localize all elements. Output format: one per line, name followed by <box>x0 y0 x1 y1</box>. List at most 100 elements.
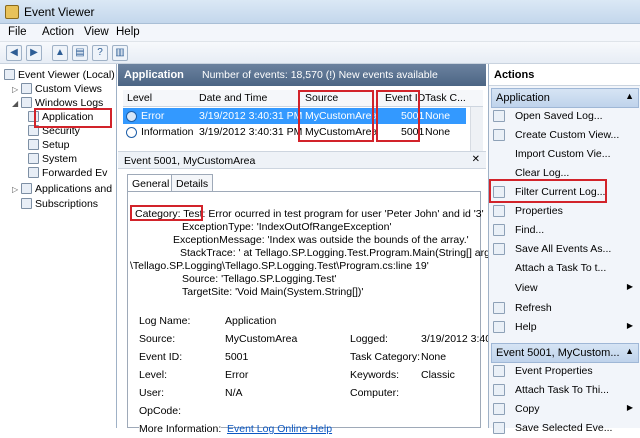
action-view[interactable]: View ▶ <box>489 279 640 298</box>
menu-file[interactable]: File <box>8 26 27 38</box>
tree-item-subscriptions[interactable]: Subscriptions <box>21 198 98 212</box>
menu-help[interactable]: Help <box>116 26 140 38</box>
collapse-chevron-icon[interactable]: ▲ <box>625 346 634 356</box>
row-task: None <box>425 126 451 138</box>
funnel-add-icon <box>493 129 505 141</box>
row-date: 3/19/2012 3:40:31 PM <box>199 126 303 138</box>
tree-item-custom-views[interactable]: ▷ Custom Views <box>12 83 102 97</box>
action-attach-task-to-log[interactable]: Attach a Task To t... <box>489 259 640 278</box>
folder-icon <box>21 97 32 108</box>
row-date: 3/19/2012 3:40:31 PM <box>199 110 303 122</box>
highlight-box-category <box>130 205 203 221</box>
message-line: TargetSite: 'Void Main(System.String[])' <box>182 286 364 298</box>
collapse-chevron-icon[interactable]: ▲ <box>625 91 634 101</box>
computer-icon <box>4 69 15 80</box>
label-opcode: OpCode: <box>139 405 182 417</box>
collapse-arrow-icon[interactable]: ◢ <box>12 99 21 108</box>
forward-arrow-icon[interactable]: ▶ <box>26 45 42 61</box>
label-source: Source: <box>139 333 176 345</box>
label-task-category: Task Category: <box>350 351 421 363</box>
label-event-id: Event ID: <box>139 351 183 363</box>
highlight-box-application <box>34 108 112 128</box>
log-icon <box>28 153 39 164</box>
tree-root[interactable]: Event Viewer (Local) <box>4 69 115 83</box>
column-level[interactable]: Level <box>127 92 152 104</box>
expand-arrow-icon[interactable]: ▷ <box>12 185 21 194</box>
action-attach-task-to-event[interactable]: Attach Task To Thi... <box>489 381 640 400</box>
actions-title: Actions <box>489 64 640 86</box>
action-copy[interactable]: Copy ▶ <box>489 400 640 419</box>
event-log-online-help-link[interactable]: Event Log Online Help <box>227 423 332 435</box>
center-pane: Application Number of events: 18,570 (!)… <box>118 64 524 435</box>
action-help[interactable]: Help ▶ <box>489 318 640 337</box>
folder-icon <box>21 183 32 194</box>
event-properties-icon <box>493 365 505 377</box>
highlight-box-event-id <box>376 90 420 142</box>
help-icon[interactable]: ? <box>92 45 108 61</box>
column-date[interactable]: Date and Time <box>199 92 267 104</box>
close-icon[interactable]: ✕ <box>472 154 480 165</box>
label-logged: Logged: <box>350 333 388 345</box>
action-properties[interactable]: Properties <box>489 202 640 221</box>
value-task-category: None <box>421 351 447 363</box>
message-line: Source: 'Tellago.SP.Logging.Test' <box>182 273 337 285</box>
save-icon <box>493 243 505 255</box>
title-bar: Event Viewer <box>0 0 640 24</box>
help-icon <box>493 321 505 333</box>
event-viewer-icon <box>5 5 19 19</box>
action-save-all-events[interactable]: Save All Events As... <box>489 240 640 259</box>
navigation-tree: Event Viewer (Local) ▷ Custom Views ◢ Wind… <box>0 64 117 428</box>
tree-item-applications-and-services[interactable]: ▷ Applications and <box>12 183 112 197</box>
toolbar: ◀ ▶ ▲ ▤ ? ▥ <box>0 42 640 64</box>
tab-details[interactable]: Details <box>171 174 214 192</box>
message-line: StackTrace: ' at Tellago.SP.Logging.Test… <box>180 247 499 259</box>
action-import-custom-view[interactable]: Import Custom Vie... <box>489 145 640 164</box>
column-task[interactable]: Task C... <box>425 92 466 104</box>
actions-section-event[interactable]: Event 5001, MyCustom... ▲ <box>491 343 639 363</box>
event-count: Number of events: 18,570 (!) New events … <box>202 69 438 81</box>
value-event-id: 5001 <box>225 351 249 363</box>
action-find[interactable]: Find... <box>489 221 640 240</box>
info-icon <box>126 111 137 122</box>
submenu-arrow-icon: ▶ <box>626 403 633 412</box>
menu-action[interactable]: Action <box>42 26 74 38</box>
action-refresh[interactable]: Refresh <box>489 299 640 318</box>
actions-section-application[interactable]: Application ▲ <box>491 88 639 108</box>
row-task: None <box>425 110 451 122</box>
up-folder-icon[interactable]: ▲ <box>52 45 68 61</box>
refresh-icon <box>493 302 505 314</box>
row-level: Error <box>141 110 165 122</box>
label-keywords: Keywords: <box>350 369 400 381</box>
menu-bar: File Action View Help <box>0 24 640 42</box>
event-detail-header: Event 5001, MyCustomArea ✕ <box>118 151 486 169</box>
event-detail-panel: Category: Test: Error ocurred in test pr… <box>127 191 524 435</box>
folder-icon <box>21 83 32 94</box>
show-hide-actions-icon[interactable]: ▥ <box>112 45 128 61</box>
label-computer: Computer: <box>350 387 400 399</box>
show-hide-tree-icon[interactable]: ▤ <box>72 45 88 61</box>
tree-item-forwarded-events[interactable]: Forwarded Ev <box>28 167 107 181</box>
expand-arrow-icon[interactable]: ▷ <box>12 85 21 94</box>
log-icon <box>28 139 39 150</box>
action-create-custom-view[interactable]: Create Custom View... <box>489 126 640 145</box>
submenu-arrow-icon: ▶ <box>626 282 633 291</box>
properties-icon <box>493 205 505 217</box>
folder-open-icon <box>493 110 505 122</box>
tree-item-system[interactable]: System <box>28 153 77 167</box>
action-save-selected-events[interactable]: Save Selected Eve... <box>489 419 640 438</box>
save-icon <box>493 422 505 434</box>
window-title: Event Viewer <box>24 5 95 19</box>
back-arrow-icon[interactable]: ◀ <box>6 45 22 61</box>
subscriptions-icon <box>21 198 32 209</box>
detail-tabs: General Details <box>127 174 327 193</box>
message-line: ExceptionMessage: 'Index was outside the… <box>173 234 469 246</box>
events-scrollbar[interactable] <box>470 107 483 153</box>
task-icon <box>493 384 505 396</box>
value-source: MyCustomArea <box>225 333 298 345</box>
tree-item-setup[interactable]: Setup <box>28 139 69 153</box>
action-event-properties[interactable]: Event Properties <box>489 362 640 381</box>
action-open-saved-log[interactable]: Open Saved Log... <box>489 107 640 126</box>
menu-view[interactable]: View <box>84 26 109 38</box>
label-user: User: <box>139 387 165 399</box>
find-icon <box>493 224 505 236</box>
